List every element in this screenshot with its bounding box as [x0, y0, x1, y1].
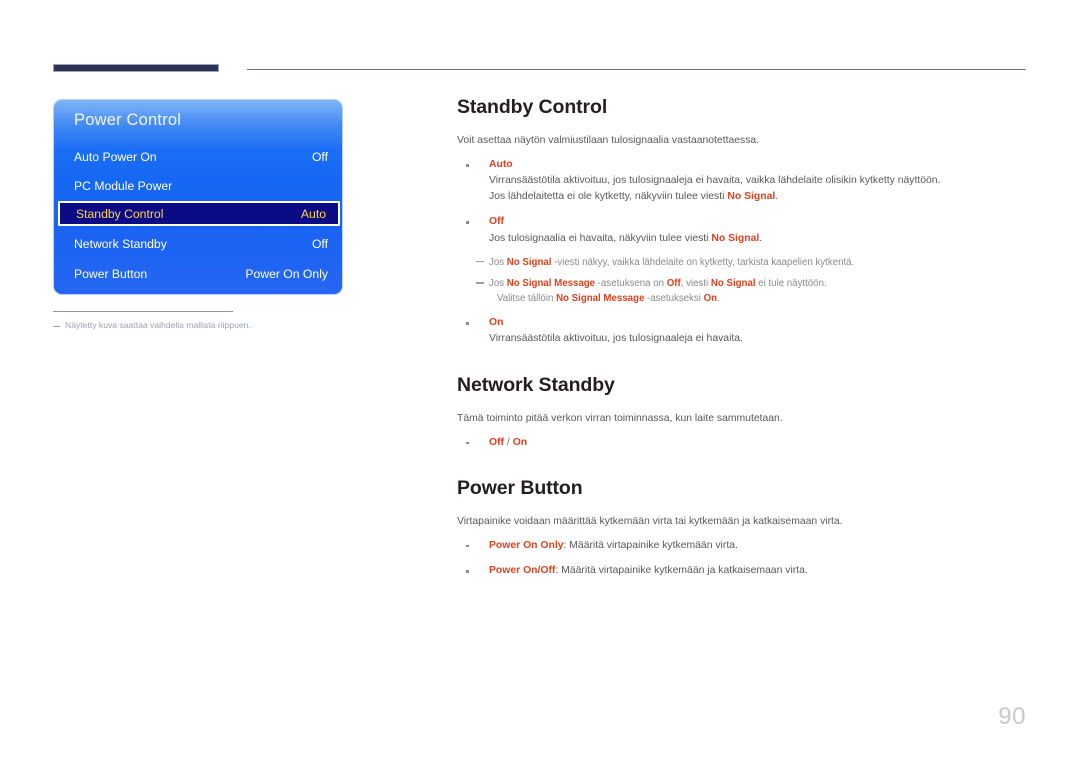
option-term: On	[489, 317, 504, 329]
text-fragment: ei tule näyttöön.	[755, 278, 827, 290]
section-standby-control: Standby Control Voit asettaa näytön valm…	[457, 96, 1032, 348]
option-term-off: Off	[489, 436, 505, 448]
list-item-power-on-only: Power On Only: Määritä virtapainike kytk…	[457, 538, 1032, 554]
content-column: Standby Control Voit asettaa näytön valm…	[457, 96, 1032, 579]
osd-item-label: Network Standby	[74, 236, 167, 251]
dash-marker-icon	[53, 326, 60, 327]
text-fragment: Jos	[489, 256, 507, 268]
inline-term: No Signal	[727, 191, 776, 203]
osd-note-text: Näytetty kuva saattaa vaihdella mallista…	[65, 320, 251, 330]
standby-control-option-list-on: On Virransäästötila aktivoituu, jos tulo…	[457, 315, 1032, 347]
bullet-dot-icon	[466, 221, 469, 225]
inline-term: No Signal	[711, 232, 760, 244]
page-header-rules	[0, 0, 1080, 80]
bullet-dot-icon	[466, 322, 469, 325]
text-fragment: Jos	[489, 278, 507, 290]
section-power-button: Power Button Virtapainike voidaan määrit…	[457, 477, 1032, 579]
osd-note-divider	[53, 311, 233, 312]
osd-item-label: Standby Control	[76, 206, 164, 221]
section-title: Network Standby	[457, 373, 615, 396]
osd-menu-title: Power Control	[74, 111, 182, 129]
text-fragment: -asetukseksi	[644, 292, 704, 304]
section-title: Power Button	[457, 476, 583, 499]
bullet-dot-icon	[466, 544, 469, 548]
section-intro-text: Tämä toiminto pitää verkon virran toimin…	[457, 412, 783, 424]
option-term: Auto	[489, 159, 513, 171]
inline-term: No Signal	[506, 256, 552, 268]
note-item-cable-check: Jos No Signal -viesti näkyy, vaikka lähd…	[457, 256, 1032, 271]
osd-item-label: Power Button	[74, 266, 148, 281]
text-fragment: Valitse tällöin	[497, 292, 557, 304]
osd-note: Näytetty kuva saattaa vaihdella mallista…	[53, 320, 343, 331]
osd-item-label: PC Module Power	[74, 178, 173, 193]
option-desc: : Määritä virtapainike kytkemään virta.	[563, 539, 738, 551]
text-fragment: Jos tulosignaalia ei havaita, näkyviin t…	[489, 232, 712, 244]
text-fragment: -asetuksena on	[595, 278, 667, 290]
inline-term: On	[703, 292, 718, 304]
bullet-dot-icon	[466, 441, 469, 445]
bullet-dot-icon	[466, 164, 469, 167]
list-item-off-on: Off / On	[457, 435, 1032, 451]
list-item-off: Off Jos tulosignaalia ei havaita, näkyvi…	[457, 214, 1032, 246]
option-desc-line2: Jos lähdelaitetta ei ole kytketty, näkyv…	[489, 189, 1032, 205]
list-item-auto: Auto Virransäästötila aktivoituu, jos tu…	[457, 157, 1032, 205]
osd-item-value: Off	[311, 236, 328, 251]
page-number: 90	[998, 703, 1026, 730]
text-fragment: .	[759, 232, 763, 244]
option-term-on: On	[512, 436, 528, 448]
inline-term: No Signal	[710, 278, 756, 290]
bullet-dot-icon	[466, 570, 469, 573]
osd-menu-item-auto-power-on[interactable]: Auto Power On Off	[54, 144, 342, 169]
osd-illustration: Power Control Auto Power On Off PC Modul…	[53, 99, 343, 331]
dash-marker-icon	[476, 260, 484, 263]
option-desc: : Määritä virtapainike kytkemään ja katk…	[555, 565, 808, 576]
power-button-option-list: Power On Only: Määritä virtapainike kytk…	[457, 538, 1032, 579]
list-item-on: On Virransäästötila aktivoituu, jos tulo…	[457, 315, 1032, 347]
osd-item-value: Power On Only	[245, 266, 328, 281]
header-accent-bar	[53, 64, 219, 72]
osd-item-value: Auto	[300, 206, 326, 221]
section-title: Standby Control	[457, 96, 608, 118]
standby-control-option-list: Auto Virransäästötila aktivoituu, jos tu…	[457, 157, 1032, 247]
inline-term: No Signal Message	[556, 292, 645, 304]
osd-menu-item-pc-module-power[interactable]: PC Module Power	[54, 173, 342, 198]
option-term: Power On/Off	[489, 565, 556, 576]
option-desc-line1: Virransäästötila aktivoituu, jos tulosig…	[489, 333, 743, 345]
osd-menu-panel: Power Control Auto Power On Off PC Modul…	[53, 99, 343, 295]
header-divider-line	[247, 69, 1026, 70]
section-intro-text: Voit asettaa näytön valmiustilaan tulosi…	[457, 135, 760, 146]
note-item-no-signal-message: Jos No Signal Message -asetuksena on Off…	[457, 277, 1032, 306]
option-desc-line1: Virransäästötila aktivoituu, jos tulosig…	[489, 175, 941, 187]
osd-menu-item-power-button[interactable]: Power Button Power On Only	[54, 261, 342, 286]
option-term: Off	[489, 216, 505, 228]
text-fragment: .	[775, 191, 779, 203]
inline-term: No Signal Message	[506, 278, 596, 290]
osd-menu-item-network-standby[interactable]: Network Standby Off	[54, 231, 342, 256]
inline-term: Off	[666, 278, 681, 290]
option-desc-line1: Jos tulosignaalia ei havaita, näkyviin t…	[489, 231, 1032, 247]
text-fragment: .	[717, 292, 720, 304]
network-standby-option-list: Off / On	[457, 435, 1032, 451]
text-fragment: Jos lähdelaitetta ei ole kytketty, näkyv…	[489, 191, 728, 203]
section-intro-text: Virtapainike voidaan määrittää kytkemään…	[457, 515, 843, 527]
list-item-power-on-off: Power On/Off: Määritä virtapainike kytke…	[457, 563, 1032, 579]
standby-control-notes: Jos No Signal -viesti näkyy, vaikka lähd…	[457, 256, 1032, 307]
osd-item-value: Off	[311, 149, 328, 164]
text-fragment: , viesti	[680, 278, 711, 290]
osd-menu-item-standby-control[interactable]: Standby Control Auto	[58, 201, 340, 226]
osd-item-label: Auto Power On	[74, 149, 157, 164]
note-continuation-line: Valitse tällöin No Signal Message -asetu…	[489, 292, 1032, 307]
section-network-standby: Network Standby Tämä toiminto pitää verk…	[457, 374, 1032, 451]
option-separator: /	[504, 436, 513, 448]
dash-marker-icon	[476, 282, 484, 284]
text-fragment: -viesti näkyy, vaikka lähdelaite on kytk…	[551, 256, 855, 268]
option-term: Power On Only	[489, 539, 564, 551]
